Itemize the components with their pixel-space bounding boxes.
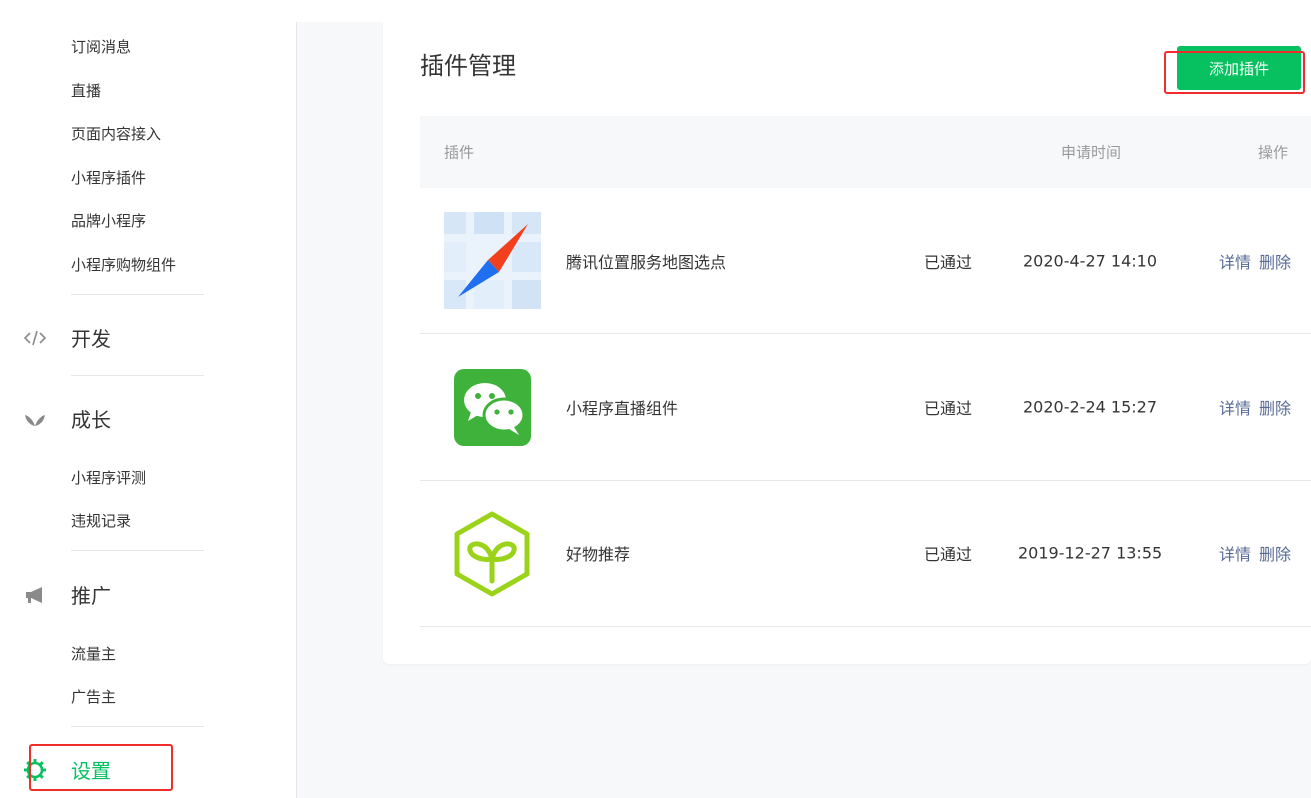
sprout-cube-icon: [452, 511, 532, 597]
plugin-name: 腾讯位置服务地图选点: [566, 253, 727, 272]
sidebar-group-label: 成长: [71, 408, 111, 432]
sidebar-divider: [71, 550, 204, 551]
plugin-status: 已通过: [924, 545, 973, 564]
sidebar-group-settings[interactable]: 设置: [20, 755, 111, 784]
map-compass-icon: [444, 212, 541, 309]
delete-link[interactable]: 删除: [1259, 395, 1291, 419]
table-row: [420, 188, 1311, 334]
sidebar-divider: [71, 294, 204, 295]
sidebar-group-label: 设置: [71, 759, 111, 783]
table-row: [420, 334, 1311, 481]
apply-time: 2020-4-27 14:10: [1023, 251, 1157, 271]
detail-link[interactable]: 详情: [1219, 249, 1251, 273]
sidebar-group-promo[interactable]: 推广: [20, 580, 111, 609]
apply-time: 2019-12-27 13:55: [1018, 543, 1163, 563]
sidebar-item-plugins[interactable]: 小程序插件: [71, 167, 146, 188]
sidebar-item-live[interactable]: 直播: [71, 80, 101, 101]
delete-link[interactable]: 删除: [1259, 249, 1291, 273]
add-plugin-button[interactable]: 添加插件: [1177, 46, 1301, 90]
sidebar-item-traffic-owner[interactable]: 流量主: [71, 643, 116, 664]
plugin-name: 小程序直播组件: [566, 399, 679, 418]
sidebar-item-violations[interactable]: 违规记录: [71, 510, 131, 531]
sidebar-item-brand[interactable]: 品牌小程序: [71, 210, 146, 231]
column-plugin: 插件: [444, 143, 475, 162]
table-header: [420, 116, 1311, 188]
code-icon: [20, 326, 50, 350]
column-action: 操作: [1258, 143, 1289, 162]
wechat-icon: [454, 369, 531, 446]
sidebar-group-label: 开发: [71, 327, 111, 351]
sidebar-divider: [71, 375, 204, 376]
sidebar-group-label: 推广: [71, 584, 111, 608]
plugin-status: 已通过: [924, 253, 973, 272]
detail-link[interactable]: 详情: [1219, 541, 1251, 565]
sidebar-item-subscribe-msg[interactable]: 订阅消息: [71, 36, 131, 57]
table-row: [420, 481, 1311, 627]
sidebar-item-page-content[interactable]: 页面内容接入: [71, 123, 161, 144]
sidebar-item-advertiser[interactable]: 广告主: [71, 686, 116, 707]
sidebar-group-growth[interactable]: 成长: [20, 404, 111, 433]
sidebar-group-dev[interactable]: 开发: [20, 323, 111, 352]
plugin-name: 好物推荐: [566, 545, 631, 564]
detail-link[interactable]: 详情: [1219, 395, 1251, 419]
plugin-status: 已通过: [924, 399, 973, 418]
sidebar-item-evaluation[interactable]: 小程序评测: [71, 467, 146, 488]
delete-link[interactable]: 删除: [1259, 541, 1291, 565]
column-apply-time: 申请时间: [1061, 143, 1122, 162]
page-title: 插件管理: [420, 52, 516, 80]
apply-time: 2020-2-24 15:27: [1023, 397, 1157, 417]
megaphone-icon: [20, 583, 50, 607]
sidebar-item-shopping[interactable]: 小程序购物组件: [71, 254, 176, 275]
gear-icon: [20, 758, 50, 782]
leaf-icon: [20, 407, 50, 431]
sidebar-divider: [71, 726, 204, 727]
